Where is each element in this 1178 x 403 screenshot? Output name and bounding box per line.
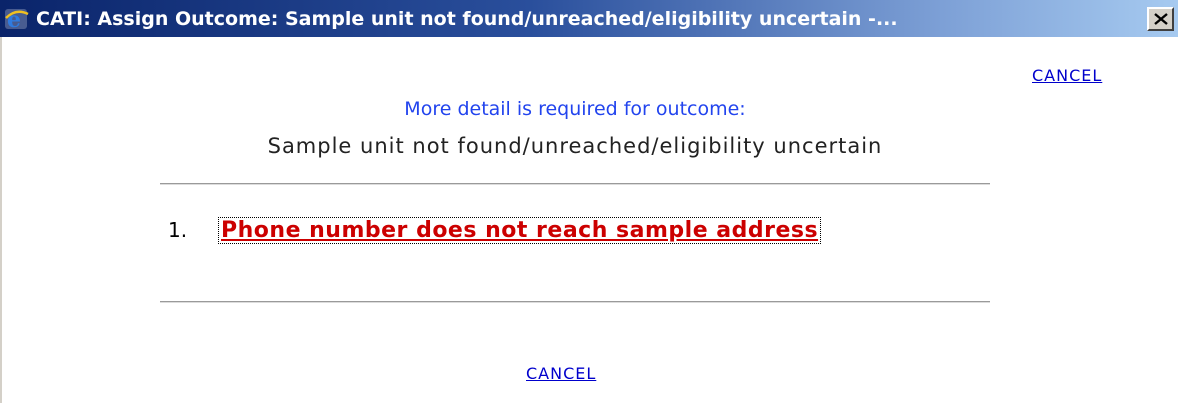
divider-bottom bbox=[160, 301, 990, 303]
ie-icon: e bbox=[4, 6, 30, 33]
dialog-window: e CATI: Assign Outcome: Sample unit not … bbox=[0, 0, 1178, 403]
outcome-label: Sample unit not found/unreached/eligibil… bbox=[267, 134, 883, 158]
cancel-link-top[interactable]: CANCEL bbox=[1032, 66, 1102, 85]
window-title: CATI: Assign Outcome: Sample unit not fo… bbox=[36, 8, 898, 30]
close-icon bbox=[1153, 13, 1168, 25]
window-border bbox=[0, 37, 2, 403]
title-bar[interactable]: e CATI: Assign Outcome: Sample unit not … bbox=[0, 0, 1178, 37]
option-number: 1. bbox=[168, 218, 188, 242]
close-button[interactable] bbox=[1147, 7, 1174, 31]
detail-required-heading: More detail is required for outcome: bbox=[404, 98, 746, 120]
list-item: 1. Phone number does not reach sample ad… bbox=[168, 214, 822, 246]
cancel-link-bottom[interactable]: CANCEL bbox=[526, 364, 596, 383]
option-link-phone-number[interactable]: Phone number does not reach sample addre… bbox=[218, 216, 822, 244]
divider-top bbox=[160, 183, 990, 185]
